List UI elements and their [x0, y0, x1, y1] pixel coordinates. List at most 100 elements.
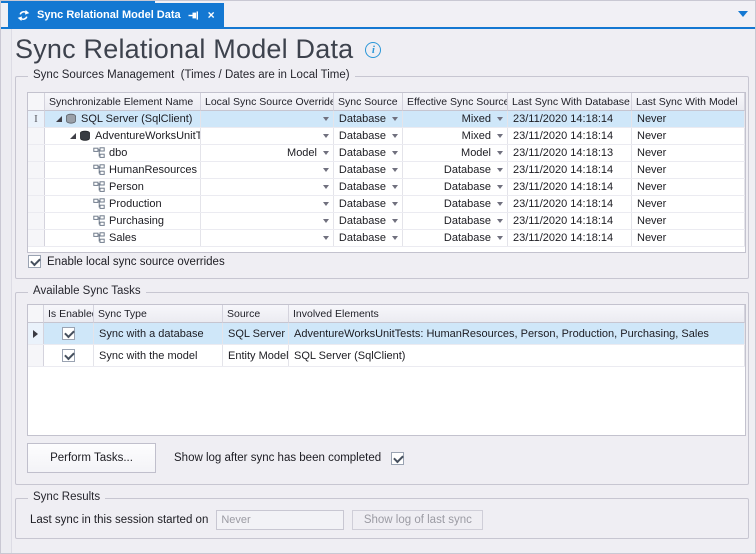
- effective-sync-source-dropdown[interactable]: Database: [403, 213, 508, 229]
- element-name-cell[interactable]: dbo: [45, 145, 201, 161]
- sync-source-row[interactable]: ProductionDatabaseDatabase23/11/2020 14:…: [28, 196, 745, 213]
- is-enabled-checkbox[interactable]: [62, 327, 75, 340]
- element-name-cell[interactable]: Purchasing: [45, 213, 201, 229]
- sync-source-row[interactable]: PersonDatabaseDatabase23/11/2020 14:18:1…: [28, 179, 745, 196]
- row-indicator-cell: [28, 230, 45, 246]
- sync-relational-model-data-window: Sync Relational Model Data × Sync Relati…: [0, 0, 756, 554]
- column-header-effective-sync-source[interactable]: Effective Sync Source: [403, 93, 508, 111]
- effective-sync-source-dropdown[interactable]: Database: [403, 196, 508, 212]
- sync-sources-grid-header: Synchronizable Element Name Local Sync S…: [28, 93, 745, 111]
- sync-source-value: Database: [339, 198, 386, 210]
- column-header-last-sync-model[interactable]: Last Sync With Model: [632, 93, 745, 111]
- dropdown-arrow-icon: [323, 185, 329, 189]
- effective-sync-source-dropdown[interactable]: Database: [403, 179, 508, 195]
- row-indicator-cell: [28, 323, 44, 344]
- column-header-local-override[interactable]: Local Sync Source Override: [201, 93, 334, 111]
- perform-tasks-button[interactable]: Perform Tasks...: [27, 443, 156, 473]
- element-name-cell[interactable]: Production: [45, 196, 201, 212]
- effective-sync-source-dropdown[interactable]: Database: [403, 162, 508, 178]
- tab-strip-underline: [1, 27, 755, 29]
- local-override-dropdown[interactable]: Model: [201, 145, 334, 161]
- element-name-label: Production: [109, 198, 162, 210]
- column-header-is-enabled[interactable]: Is Enabled: [44, 305, 94, 323]
- last-sync-db-cell: 23/11/2020 14:18:14: [508, 213, 632, 229]
- element-name-cell[interactable]: Sales: [45, 230, 201, 246]
- expand-collapse-icon[interactable]: [69, 132, 79, 140]
- dropdown-arrow-icon: [392, 151, 398, 155]
- effective-sync-source-value: Database: [444, 215, 491, 227]
- sync-source-row[interactable]: Purchasing Database Database 23/11/2020 14:…: [28, 213, 745, 230]
- sync-source-dropdown[interactable]: Database: [334, 128, 403, 144]
- involved-elements-cell: AdventureWorksUnitTests: HumanResources,…: [289, 323, 745, 344]
- local-override-dropdown[interactable]: [201, 213, 334, 229]
- sync-sources-group-label: Sync Sources Management (Times / Dates a…: [28, 69, 355, 81]
- pin-icon[interactable]: [188, 10, 199, 21]
- sync-source-row[interactable]: HumanResourcesDatabaseDatabase23/11/2020…: [28, 162, 745, 179]
- close-icon[interactable]: ×: [208, 10, 215, 20]
- local-override-dropdown[interactable]: [201, 111, 334, 127]
- last-sync-model-cell: Never: [632, 213, 745, 229]
- column-header-sync-source[interactable]: Sync Source: [334, 93, 403, 111]
- column-header-element-name[interactable]: Synchronizable Element Name: [45, 93, 201, 111]
- dropdown-arrow-icon: [323, 236, 329, 240]
- sync-source-dropdown[interactable]: Database: [334, 230, 403, 246]
- left-gutter: [1, 29, 12, 554]
- column-header-sync-type[interactable]: Sync Type: [94, 305, 223, 323]
- local-override-dropdown[interactable]: [201, 179, 334, 195]
- tab-list-dropdown-icon[interactable]: [738, 11, 748, 17]
- document-tab-strip: Sync Relational Model Data ×: [1, 1, 755, 27]
- info-icon[interactable]: i: [365, 42, 381, 58]
- sync-source-dropdown[interactable]: Database: [334, 145, 403, 161]
- column-header-involved-elements[interactable]: Involved Elements: [289, 305, 745, 323]
- sync-source-value: Database: [339, 164, 386, 176]
- last-sync-value-field[interactable]: [216, 510, 344, 530]
- sync-source-dropdown[interactable]: Database: [334, 213, 403, 229]
- sync-task-row[interactable]: Sync with the modelEntity ModelSQL Serve…: [28, 345, 745, 367]
- local-override-dropdown[interactable]: [201, 162, 334, 178]
- sync-source-value: Database: [339, 147, 386, 159]
- tab-sync-relational-model-data[interactable]: Sync Relational Model Data ×: [8, 3, 224, 27]
- sync-task-row[interactable]: Sync with a databaseSQL ServerAdventureW…: [28, 323, 745, 345]
- column-header-last-sync-db[interactable]: Last Sync With Database: [508, 93, 632, 111]
- is-enabled-checkbox[interactable]: [62, 349, 75, 362]
- effective-sync-source-dropdown[interactable]: Mixed: [403, 111, 508, 127]
- sync-source-dropdown[interactable]: Database: [334, 162, 403, 178]
- enable-overrides-label: Enable local sync source overrides: [47, 256, 225, 268]
- local-override-dropdown[interactable]: [201, 230, 334, 246]
- enable-overrides-checkbox[interactable]: [28, 255, 41, 268]
- dropdown-arrow-icon: [497, 151, 503, 155]
- local-override-value: Model: [287, 147, 317, 159]
- effective-sync-source-dropdown[interactable]: Database: [403, 230, 508, 246]
- sync-source-row[interactable]: ISQL Server (SqlClient)DatabaseMixed23/1…: [28, 111, 745, 128]
- sync-source-row[interactable]: Sales Database Database 23/11/2020 14:18:14…: [28, 230, 745, 247]
- element-name-cell[interactable]: AdventureWorksUnitTests: [45, 128, 201, 144]
- effective-sync-source-value: Model: [461, 147, 491, 159]
- is-enabled-cell[interactable]: [44, 323, 94, 344]
- element-name-cell[interactable]: SQL Server (SqlClient): [45, 111, 201, 127]
- local-override-dropdown[interactable]: [201, 128, 334, 144]
- sync-source-row[interactable]: AdventureWorksUnitTestsDatabaseMixed23/1…: [28, 128, 745, 145]
- sync-source-row[interactable]: dboModelDatabaseModel23/11/2020 14:18:13…: [28, 145, 745, 162]
- column-header-source[interactable]: Source: [223, 305, 289, 323]
- sync-source-dropdown[interactable]: Database: [334, 196, 403, 212]
- element-name-cell[interactable]: HumanResources: [45, 162, 201, 178]
- expand-collapse-icon[interactable]: [55, 115, 65, 123]
- effective-sync-source-value: Database: [444, 181, 491, 193]
- is-enabled-cell[interactable]: [44, 345, 94, 366]
- show-log-of-last-sync-button[interactable]: Show log of last sync: [352, 510, 483, 530]
- dropdown-arrow-icon: [497, 168, 503, 172]
- sync-source-dropdown[interactable]: Database: [334, 111, 403, 127]
- row-indicator-cell: [28, 345, 44, 366]
- effective-sync-source-dropdown[interactable]: Model: [403, 145, 508, 161]
- element-name-label: Person: [109, 181, 144, 193]
- effective-sync-source-value: Database: [444, 232, 491, 244]
- element-name-cell[interactable]: Person: [45, 179, 201, 195]
- effective-sync-source-dropdown[interactable]: Mixed: [403, 128, 508, 144]
- local-override-dropdown[interactable]: [201, 196, 334, 212]
- sync-source-dropdown[interactable]: Database: [334, 179, 403, 195]
- last-sync-db-cell: 23/11/2020 14:18:14: [508, 230, 632, 246]
- show-log-after-sync-checkbox[interactable]: [391, 452, 404, 465]
- server-icon: [65, 113, 81, 125]
- enable-overrides-control[interactable]: Enable local sync source overrides: [28, 255, 225, 268]
- element-name-label: Sales: [109, 232, 137, 244]
